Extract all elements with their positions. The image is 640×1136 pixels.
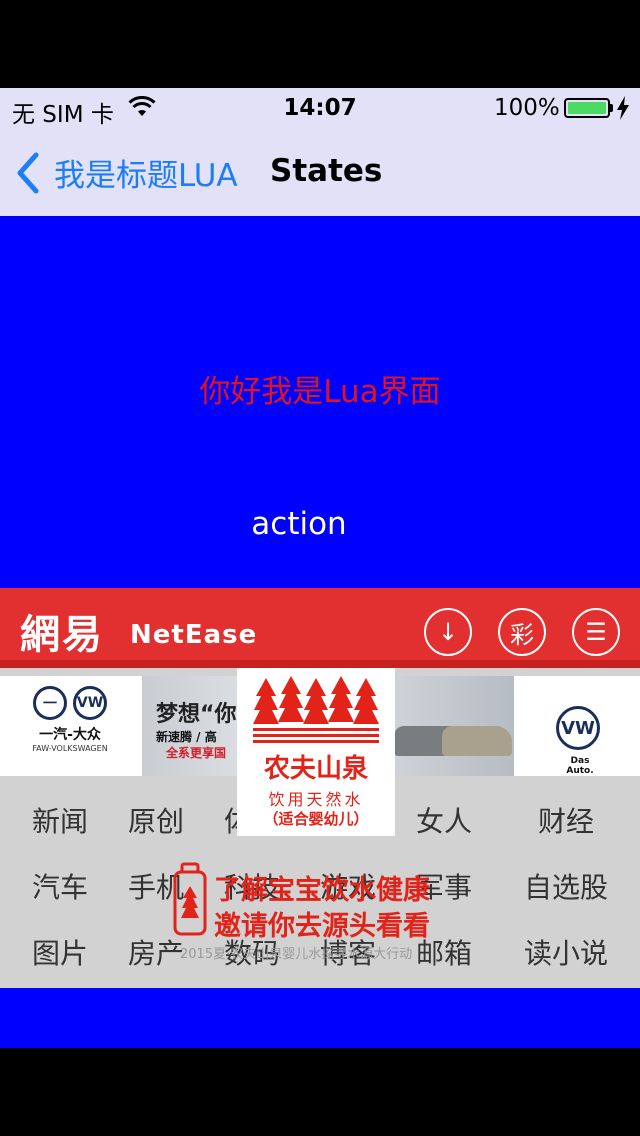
battery-percent: 100% <box>494 95 560 121</box>
nongfu-brand: 农夫山泉 <box>263 754 368 784</box>
status-bar: 无 SIM 卡 14:07 100% <box>0 88 640 128</box>
faw-sub: FAW-VOLKSWAGEN <box>32 744 108 753</box>
category-link[interactable]: 女人 <box>416 800 472 840</box>
banner-headline: 梦想“你 <box>156 702 237 727</box>
battery-nub <box>610 104 613 112</box>
download-icon: ↓ <box>437 618 459 646</box>
nongfu-ad-card[interactable]: 农夫山泉 饮用天然水 （适合婴幼儿） <box>237 668 395 836</box>
lua-greeting-label: 你好我是Lua界面 <box>199 374 441 410</box>
faw-name: 一汽-大众 <box>39 727 101 743</box>
ad-close-button[interactable]: X <box>600 686 616 714</box>
battery-fill <box>568 102 606 114</box>
nongfu-overlay-line1: 了解宝宝饮水健康 <box>214 875 430 906</box>
category-link[interactable]: 原创 <box>128 800 184 840</box>
category-link[interactable]: 自选股 <box>524 866 608 906</box>
netease-header: 網易 NetEase ↓ 彩 ☰ <box>0 588 640 668</box>
pine-trees-logo-icon <box>253 676 379 743</box>
category-link[interactable]: 财经 <box>538 800 594 840</box>
app-screen: 无 SIM 卡 14:07 100% 我是标题LUA States 你好我是Lu… <box>0 88 640 1048</box>
lottery-icon: 彩 <box>510 620 534 649</box>
nongfu-tag: （适合婴幼儿） <box>263 810 369 828</box>
back-button[interactable]: 我是标题LUA <box>14 150 238 195</box>
nongfu-slogan: 饮用天然水 <box>268 790 364 809</box>
netease-webview[interactable]: 網易 NetEase ↓ 彩 ☰ 一 VW 一汽-大众 FAW-VOLKSWAG… <box>0 588 640 988</box>
download-button[interactable]: ↓ <box>424 608 472 656</box>
menu-icon: ☰ <box>585 618 607 646</box>
back-button-label: 我是标题LUA <box>54 158 238 194</box>
netease-logo-cn: 網易 <box>20 611 104 658</box>
water-bottle-icon <box>173 862 207 936</box>
netease-logo-en: NetEase <box>130 620 258 650</box>
vw-emblem-icon: VW <box>73 686 107 720</box>
vw-logo-icon: VW <box>556 706 600 750</box>
category-link[interactable]: 新闻 <box>32 800 88 840</box>
nongfu-caption: 2015夏·农夫山泉婴儿水探寻水源大行动 <box>180 947 413 962</box>
banner-subline: 新速腾 / 高 <box>156 730 217 744</box>
charging-bolt-icon <box>617 96 629 120</box>
category-link[interactable]: 汽车 <box>32 866 88 906</box>
page-title: States <box>270 153 383 189</box>
navigation-bar: 我是标题LUA States <box>0 128 640 216</box>
chevron-left-icon <box>17 152 39 193</box>
action-button[interactable]: action <box>200 506 398 542</box>
nongfu-overlay-line2: 邀请你去源头看看 <box>214 911 430 942</box>
category-link[interactable]: 房产 <box>128 932 184 972</box>
lottery-button[interactable]: 彩 <box>498 608 546 656</box>
category-link[interactable]: 读小说 <box>524 932 608 972</box>
faw-vw-logo: 一 VW 一汽-大众 FAW-VOLKSWAGEN <box>20 686 120 766</box>
das-auto-label: Das Auto. <box>566 756 594 776</box>
battery-icon <box>564 98 610 118</box>
banner-offer: 全系更享国 <box>166 746 227 760</box>
faw-emblem-icon: 一 <box>33 686 67 720</box>
car-image <box>442 726 512 756</box>
menu-button[interactable]: ☰ <box>572 608 620 656</box>
category-link[interactable]: 图片 <box>32 932 88 972</box>
